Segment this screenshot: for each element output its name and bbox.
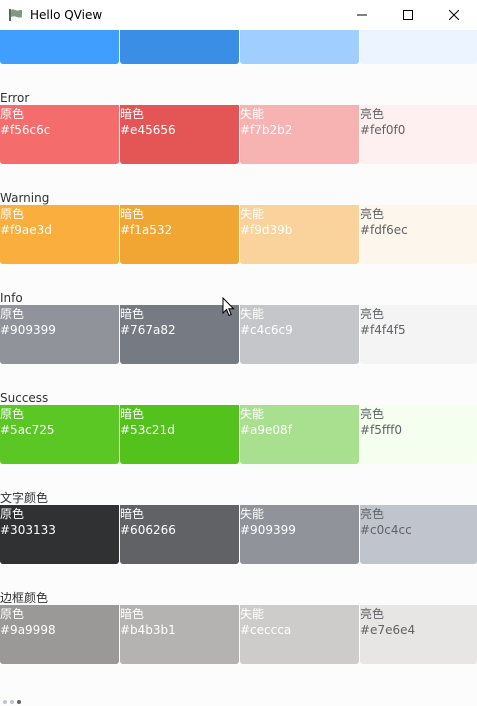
swatch-light: 亮色 #e7e6e4 — [360, 605, 477, 664]
swatch-disabled: 失能 #a9e08f — [240, 405, 359, 464]
swatch-dark: 暗色 #606266 — [120, 505, 239, 564]
swatch-dark: 暗色 #f1a532 — [120, 205, 239, 264]
swatch-hex: #f9ae3d — [0, 223, 52, 237]
swatch-hex: #a9e08f — [240, 423, 292, 437]
swatch-hex: #909399 — [240, 523, 296, 537]
swatch-name: 暗色 — [120, 207, 145, 221]
window-title: Hello QView — [30, 8, 103, 22]
group-title: 文字颜色 — [0, 491, 49, 505]
swatch-hex: #909399 — [0, 323, 56, 337]
swatch-name: 失能 — [240, 107, 265, 121]
swatch-name: 原色 — [0, 107, 25, 121]
page-indicator[interactable] — [3, 700, 24, 704]
close-button[interactable] — [431, 0, 477, 30]
swatch-hex: #fdf6ec — [360, 223, 408, 237]
app-flag-icon — [9, 9, 22, 21]
swatch-name: 暗色 — [120, 407, 145, 421]
swatch-name: 失能 — [240, 607, 265, 621]
swatch-hex: #53c21d — [120, 423, 175, 437]
swatch-light: 亮色 #f5fff0 — [360, 405, 477, 464]
swatch-name: 原色 — [0, 607, 25, 621]
window-titlebar[interactable]: Hello QView — [0, 0, 477, 30]
swatch-hex: #e7e6e4 — [360, 623, 416, 637]
mouse-pointer-icon — [222, 297, 235, 317]
swatch-hex: #303133 — [0, 523, 56, 537]
swatch-hex: #f7b2b2 — [240, 123, 293, 137]
swatch-dark: 暗色 #53c21d — [120, 405, 239, 464]
swatch-name: 亮色 — [360, 107, 385, 121]
swatch-name: 亮色 — [360, 307, 385, 321]
page-dot[interactable] — [10, 700, 14, 704]
swatch-hex: #e45656 — [120, 123, 176, 137]
swatch-row: 原色 #f56c6c 暗色 #e45656 失能 #f7b2b2 亮色 #fef0f0 — [0, 105, 477, 164]
page-dot-active[interactable] — [17, 700, 21, 704]
swatch-name: 暗色 — [120, 607, 145, 621]
swatch-name: 失能 — [240, 207, 265, 221]
swatch-light: 亮色 #fef0f0 — [360, 105, 477, 164]
close-icon — [449, 10, 459, 20]
swatch-row: 原色 #5ac725 暗色 #53c21d 失能 #a9e08f 亮色 #f5fff0 — [0, 405, 477, 464]
swatch-row: 原色 #303133 暗色 #606266 失能 #909399 亮色 #c0c4cc — [0, 505, 477, 564]
swatch-name: 原色 — [0, 207, 25, 221]
swatch-primary: 原色 #f56c6c — [0, 105, 119, 164]
swatch-name: 亮色 — [360, 407, 385, 421]
swatch-name: 失能 — [240, 307, 265, 321]
swatch-hex: #f1a532 — [120, 223, 173, 237]
swatch-disabled: 失能 #f9d39b — [240, 205, 359, 264]
swatch-primary: 原色 #5ac725 — [0, 405, 119, 464]
minimize-button[interactable] — [339, 0, 385, 30]
swatch-hex: #606266 — [120, 523, 176, 537]
window-controls — [339, 0, 477, 30]
swatch-name: 亮色 — [360, 207, 385, 221]
swatch-primary: 原色 #909399 — [0, 305, 119, 364]
group-title: Success — [0, 391, 49, 405]
swatch-name: 暗色 — [120, 507, 145, 521]
group-title: Info — [0, 291, 23, 305]
swatch-hex: #c0c4cc — [360, 523, 412, 537]
group-title: Error — [0, 91, 30, 105]
swatch-primary: 原色 #303133 — [0, 505, 119, 564]
swatch-row: 原色 #9a9998 暗色 #b4b3b1 失能 #ceccca 亮色 #e7e6e4 — [0, 605, 477, 664]
swatch-hex: #f9d39b — [240, 223, 293, 237]
swatch-hex: #5ac725 — [0, 423, 55, 437]
swatch-hex: #767a82 — [120, 323, 176, 337]
maximize-icon — [403, 10, 413, 20]
swatch-hex: #9a9998 — [0, 623, 56, 637]
maximize-button[interactable] — [385, 0, 431, 30]
swatch-row: 原色 #909399 暗色 #767a82 失能 #c4c6c9 亮色 #f4f4f5 — [0, 305, 477, 364]
swatch-light: 亮色 #c0c4cc — [360, 505, 477, 564]
swatch-light: 亮色 #fdf6ec — [360, 205, 477, 264]
swatch-name: 原色 — [0, 307, 25, 321]
swatch-hex: #f56c6c — [0, 123, 51, 137]
swatch-name: 失能 — [240, 407, 265, 421]
swatch-hex: #b4b3b1 — [120, 623, 176, 637]
swatch-primary: 原色 #f9ae3d — [0, 205, 119, 264]
swatch-disabled: 失能 #909399 — [240, 505, 359, 564]
swatch-row: 原色 #f9ae3d 暗色 #f1a532 失能 #f9d39b 亮色 #fdf6ec — [0, 205, 477, 264]
swatch-light: 亮色 #f4f4f5 — [360, 305, 477, 364]
swatch-name: 原色 — [0, 407, 25, 421]
swatch-dark: 暗色 #b4b3b1 — [120, 605, 239, 664]
swatch-name: 原色 — [0, 507, 25, 521]
swatch-dark: 暗色 #e45656 — [120, 105, 239, 164]
swatch-name: 失能 — [240, 507, 265, 521]
swatch-disabled: 失能 #c4c6c9 — [240, 305, 359, 364]
swatch-disabled: 失能 #ceccca — [240, 605, 359, 664]
swatch-hex: #f4f4f5 — [360, 323, 406, 337]
swatch-disabled: 失能 #f7b2b2 — [240, 105, 359, 164]
swatch-hex: #c4c6c9 — [240, 323, 293, 337]
swatch-primary: 原色 #9a9998 — [0, 605, 119, 664]
swatch-name: 亮色 — [360, 607, 385, 621]
group-title: 边框颜色 — [0, 591, 49, 605]
swatch-hex: #ceccca — [240, 623, 292, 637]
swatch-hex: #f5fff0 — [360, 423, 403, 437]
swatch-hex: #fef0f0 — [360, 123, 406, 137]
color-palette-page: Error 原色 #f56c6c 暗色 #e45656 失能 #f7b2b2 亮色 #f… — [0, 0, 477, 706]
swatch-name: 亮色 — [360, 507, 385, 521]
swatch-name: 暗色 — [120, 107, 145, 121]
group-title: Warning — [0, 191, 50, 205]
page-dot[interactable] — [3, 700, 7, 704]
minimize-icon — [357, 14, 367, 16]
